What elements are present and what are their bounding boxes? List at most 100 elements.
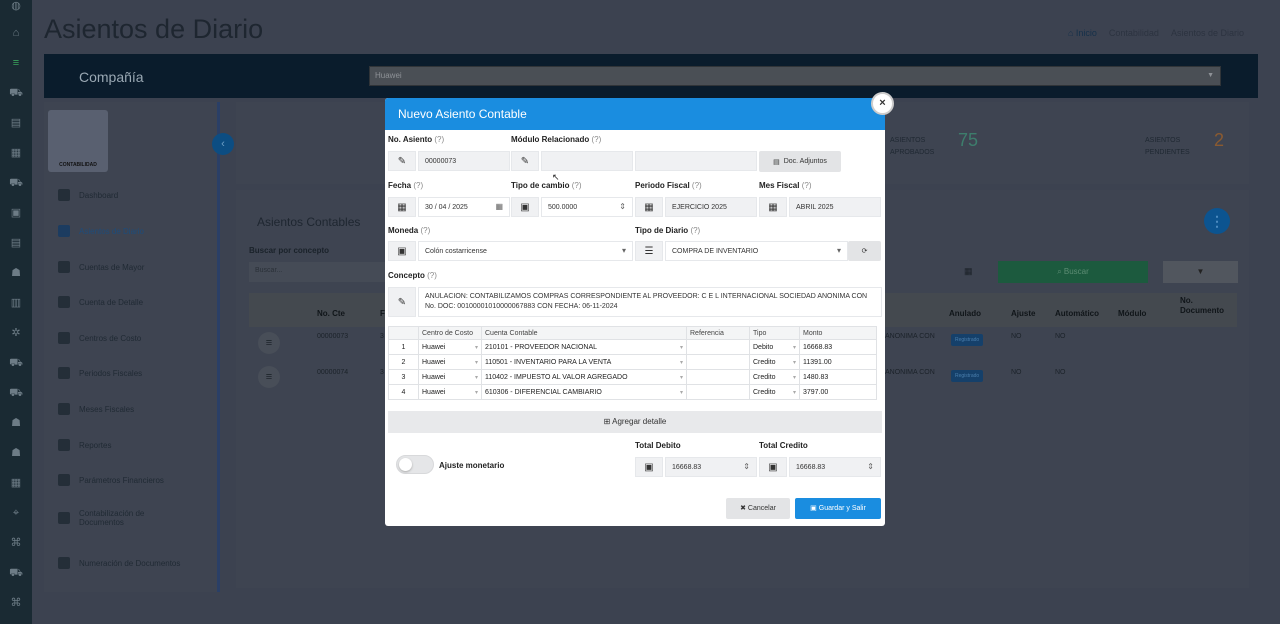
network-icon[interactable]: ⌘ <box>9 597 23 609</box>
cart-icon[interactable]: ⛟ <box>9 387 23 399</box>
home-icon[interactable]: ⌂ <box>9 27 23 39</box>
fecha-input[interactable]: 30 / 04 / 2025 ▦ <box>418 197 510 217</box>
detail-cuenta-select[interactable]: 210101 - PROVEEDOR NACIONAL ▾ <box>481 339 687 355</box>
sidebar-item-meses[interactable]: Meses Fiscales <box>58 403 214 415</box>
detail-referencia-input[interactable] <box>686 384 750 400</box>
detail-tipo-select[interactable]: Credito ▾ <box>749 354 800 370</box>
no-asiento-label: No. Asiento (?) <box>388 135 445 144</box>
calendar-icon: ▦ <box>388 197 416 217</box>
detail-col-monto: Monto <box>799 326 877 340</box>
breadcrumb-home[interactable]: ⌂ Inicio <box>1068 28 1097 38</box>
sidebar-item-cuentas-mayor[interactable]: Cuentas de Mayor <box>58 261 214 273</box>
row-menu-button[interactable]: ≡ <box>258 366 280 388</box>
concepto-textarea[interactable]: ANULACION: CONTABILIZAMOS COMPRAS CORRES… <box>418 287 882 317</box>
toggle-knob <box>399 458 412 471</box>
sitemap-icon[interactable]: ⌘ <box>9 537 23 549</box>
truck-icon[interactable]: ⛟ <box>9 357 23 369</box>
moneda-select[interactable]: Colón costarricense ▾ <box>418 241 633 261</box>
gear-icon[interactable]: ✲ <box>9 327 23 339</box>
detail-referencia-input[interactable] <box>686 339 750 355</box>
detail-cuenta-select[interactable]: 110402 - IMPUESTO AL VALOR AGREGADO ▾ <box>481 369 687 385</box>
sidebar-item-dashboard[interactable]: Dashboard <box>58 189 214 201</box>
user-icon[interactable]: ☗ <box>9 417 23 429</box>
globe-icon[interactable]: ◍ <box>9 0 23 12</box>
detail-monto-input[interactable]: 11391.00 <box>799 354 877 370</box>
table-icon[interactable]: ▦ <box>9 477 23 489</box>
detail-referencia-input[interactable] <box>686 354 750 370</box>
detail-monto-input[interactable]: 1480.83 <box>799 369 877 385</box>
detail-cuenta-select[interactable]: 110501 - INVENTARIO PARA LA VENTA ▾ <box>481 354 687 370</box>
accounting-icon[interactable]: ≡ <box>9 57 23 69</box>
file-icon[interactable]: ▤ <box>9 117 23 129</box>
row-ajuste: NO <box>1011 369 1022 376</box>
tipo-cambio-label: Tipo de cambio (?) <box>511 181 582 190</box>
money-icon: ▣ <box>388 241 416 261</box>
detail-referencia-input[interactable] <box>686 369 750 385</box>
moneda-label: Moneda (?) <box>388 226 431 235</box>
row-menu-button[interactable]: ≡ <box>258 332 280 354</box>
detail-centro-select[interactable]: Huawei ▾ <box>418 354 482 370</box>
sidebar-item-contabilizacion[interactable]: Contabilización de Documentos <box>58 509 168 527</box>
detail-row-number: 4 <box>388 384 419 400</box>
sidebar-item-cuenta-detalle[interactable]: Cuenta de Detalle <box>58 296 214 308</box>
search-button[interactable]: ⌕ Buscar <box>998 261 1148 283</box>
detail-col-referencia: Referencia <box>686 326 750 340</box>
detail-centro-select[interactable]: Huawei ▾ <box>418 384 482 400</box>
document-icon[interactable]: ▤ <box>9 237 23 249</box>
row-no: 00000074 <box>317 369 349 376</box>
detail-centro-select[interactable]: Huawei ▾ <box>418 369 482 385</box>
icon-rail: ◍ ⌂ ≡ ⛟ ▤ ▦ ⛟ ▣ ▤ ☗ ▥ ✲ ⛟ ⛟ ☗ ☗ ▦ ⌖ ⌘ ⛟ … <box>0 0 32 624</box>
sidebar-item-reportes[interactable]: Reportes <box>58 439 214 451</box>
tipo-diario-select[interactable]: COMPRA DE INVENTARIO ▾ <box>665 241 848 261</box>
modulo-detail-field[interactable] <box>635 151 757 171</box>
cart-icon[interactable]: ⛟ <box>9 87 23 99</box>
truck-icon[interactable]: ⛟ <box>9 177 23 189</box>
truck-icon[interactable]: ⛟ <box>9 567 23 579</box>
save-button[interactable]: ▣ Guardar y Salir <box>795 498 881 519</box>
detail-tipo-select[interactable]: Credito ▾ <box>749 369 800 385</box>
collapse-sidebar-button[interactable]: ‹ <box>212 133 234 155</box>
detail-cuenta-select[interactable]: 610306 - DIFERENCIAL CAMBIARIO ▾ <box>481 384 687 400</box>
search-input[interactable]: Buscar... <box>249 262 387 282</box>
filter-button[interactable]: ▼ <box>1163 261 1238 283</box>
detail-tipo-select[interactable]: Credito ▾ <box>749 384 800 400</box>
stepper-icon[interactable]: ⇕ <box>619 202 626 211</box>
calendar-icon[interactable]: ▦ <box>495 202 503 211</box>
ajuste-toggle[interactable] <box>396 455 434 474</box>
calendar-icon: ▦ <box>635 197 663 217</box>
list-icon: ☰ <box>635 241 663 261</box>
periodo-label: Periodo Fiscal (?) <box>635 181 702 190</box>
no-asiento-field[interactable]: 00000073 <box>418 151 510 171</box>
modulo-field[interactable] <box>541 151 633 171</box>
cancel-button[interactable]: ✖ Cancelar <box>726 498 790 519</box>
close-icon[interactable]: × <box>871 92 894 115</box>
sidebar-item-periodos[interactable]: Periodos Fiscales <box>58 367 214 379</box>
user-icon[interactable]: ☗ <box>9 447 23 459</box>
sidebar-item-numeracion[interactable]: Numeración de Documentos <box>58 557 214 569</box>
doc-adjuntos-button[interactable]: ▤ Doc. Adjuntos <box>759 151 841 172</box>
chevron-down-icon: ▼ <box>1207 72 1214 79</box>
add-detail-button[interactable]: ⊞ Agregar detalle <box>388 411 882 433</box>
tipo-cambio-input[interactable]: 500.0000 ⇕ <box>541 197 633 217</box>
calendar-icon[interactable]: ▦ <box>964 266 973 277</box>
users-icon[interactable]: ☗ <box>9 267 23 279</box>
sidebar-item-parametros[interactable]: Parámetros Financieros <box>58 474 214 486</box>
location-icon[interactable]: ⌖ <box>9 507 23 519</box>
detail-tipo-select[interactable]: Debito ▾ <box>749 339 800 355</box>
boxes-icon[interactable]: ▣ <box>9 207 23 219</box>
company-select[interactable]: Huawei ▼ <box>369 66 1221 86</box>
detail-row-number: 2 <box>388 354 419 370</box>
calendar-icon[interactable]: ▦ <box>9 147 23 159</box>
mes-label: Mes Fiscal (?) <box>759 181 812 190</box>
more-options-button[interactable]: ⋮ <box>1204 208 1230 234</box>
file-icon <box>58 557 70 569</box>
detail-monto-input[interactable]: 3797.00 <box>799 384 877 400</box>
breadcrumb-contabilidad[interactable]: Contabilidad <box>1109 28 1159 38</box>
sidebar-item-asientos[interactable]: Asientos de Diario <box>58 225 214 237</box>
sidebar-item-centros-costo[interactable]: Centros de Costo <box>58 332 214 344</box>
detail-monto-input[interactable]: 16668.83 <box>799 339 877 355</box>
chart-icon[interactable]: ▥ <box>9 297 23 309</box>
detail-centro-select[interactable]: Huawei ▾ <box>418 339 482 355</box>
refresh-button[interactable]: ⟳ <box>848 241 881 261</box>
col-automatico: Automático <box>1055 309 1099 318</box>
